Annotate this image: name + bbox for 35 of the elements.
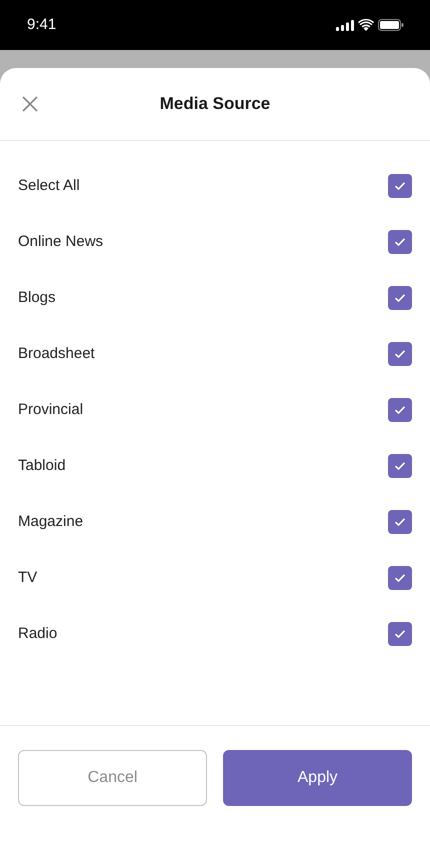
sheet-title: Media Source bbox=[160, 93, 270, 116]
checkbox[interactable] bbox=[388, 174, 412, 198]
option-label: Magazine bbox=[18, 512, 84, 532]
check-icon bbox=[394, 349, 406, 359]
check-icon bbox=[394, 405, 406, 415]
option-label: Select All bbox=[18, 176, 80, 196]
apply-button[interactable]: Apply bbox=[223, 750, 412, 806]
option-label: TV bbox=[18, 568, 38, 588]
option-label: Tabloid bbox=[18, 456, 66, 476]
check-icon bbox=[394, 237, 406, 247]
battery-icon bbox=[378, 19, 404, 31]
checkbox[interactable] bbox=[388, 622, 412, 646]
check-icon bbox=[394, 629, 406, 639]
option-label: Provincial bbox=[18, 400, 84, 420]
close-icon bbox=[22, 96, 38, 112]
signal-icon bbox=[336, 20, 354, 30]
wifi-icon bbox=[358, 19, 374, 31]
option-label: Broadsheet bbox=[18, 344, 95, 364]
check-icon bbox=[394, 461, 406, 471]
option-label: Online News bbox=[18, 232, 104, 252]
check-icon bbox=[394, 573, 406, 583]
checkbox[interactable] bbox=[388, 398, 412, 422]
check-icon bbox=[394, 293, 406, 303]
checkbox[interactable] bbox=[388, 510, 412, 534]
checkbox[interactable] bbox=[388, 454, 412, 478]
checkbox[interactable] bbox=[388, 342, 412, 366]
checkbox[interactable] bbox=[388, 566, 412, 590]
checkbox[interactable] bbox=[388, 230, 412, 254]
option-label: Radio bbox=[18, 624, 58, 644]
status-time: 9:41 bbox=[27, 14, 56, 35]
cancel-button[interactable]: Cancel bbox=[18, 750, 208, 806]
check-icon bbox=[394, 517, 406, 527]
checkbox[interactable] bbox=[388, 286, 412, 310]
check-icon bbox=[394, 181, 406, 191]
option-label: Blogs bbox=[18, 288, 56, 308]
